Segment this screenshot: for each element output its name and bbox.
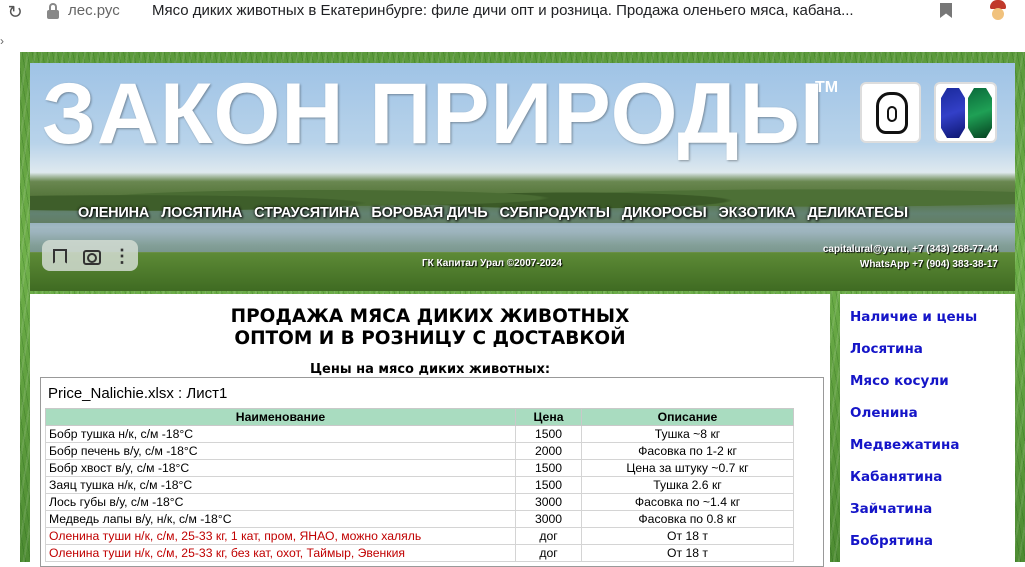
- cell-description: Фасовка по 1-2 кг: [581, 442, 794, 460]
- table-header-row: Наименование Цена Описание: [45, 408, 794, 426]
- chevron-icon: ›: [0, 34, 4, 48]
- cell-name: Лось губы в/у, с/м -18°C: [45, 493, 516, 511]
- sidebar-nav: Наличие и цены Лосятина Мясо косули Олен…: [840, 294, 1015, 562]
- table-row: Лось губы в/у, с/м -18°C 3000 Фасовка по…: [45, 493, 794, 511]
- menu-item-borovaya-dich[interactable]: БОРОВАЯ ДИЧЬ: [371, 205, 487, 221]
- cell-name: Бобр тушка н/к, с/м -18°C: [45, 425, 516, 443]
- page-heading: ПРОДАЖА МЯСА ДИКИХ ЖИВОТНЫХ ОПТОМ И В РО…: [230, 306, 630, 349]
- site-logo-title[interactable]: ЗАКОН ПРИРОДЫ: [42, 65, 825, 164]
- page-title: Мясо диких животных в Екатеринбурге: фил…: [152, 2, 854, 19]
- price-sheet: Price_Nalichie.xlsx : Лист1 Наименование…: [40, 377, 824, 567]
- address-domain[interactable]: лес.рус: [68, 2, 120, 19]
- cell-price: 1500: [515, 476, 582, 494]
- cell-description: Фасовка по 0.8 кг: [581, 510, 794, 528]
- table-row: Бобр тушка н/к, с/м -18°C 1500 Тушка ~8 …: [45, 425, 794, 443]
- tooth-logo-icon[interactable]: [860, 82, 921, 143]
- cell-description: Тушка 2.6 кг: [581, 476, 794, 494]
- price-table: Наименование Цена Описание Бобр тушка н/…: [45, 408, 794, 562]
- menu-item-olenina[interactable]: ОЛЕНИНА: [78, 205, 149, 221]
- site-banner: ЗАКОН ПРИРОДЫ TM ОЛЕНИНА ЛОСЯТИНА СТРАУС…: [30, 63, 1015, 291]
- cell-description: От 18 т: [581, 527, 794, 545]
- cell-price: дог: [515, 527, 582, 545]
- more-options-icon[interactable]: ⋮: [112, 246, 132, 266]
- contact-email-phone[interactable]: capitalural@ya.ru, +7 (343) 268-77-44: [823, 242, 998, 257]
- cell-price: 2000: [515, 442, 582, 460]
- cell-name: Бобр хвост в/у, с/м -18°C: [45, 459, 516, 477]
- lock-icon[interactable]: [46, 3, 60, 19]
- cell-name: Оленина туши н/к, с/м, 25-33 кг, 1 кат, …: [45, 527, 516, 545]
- cell-name: Оленина туши н/к, с/м, 25-33 кг, без кат…: [45, 544, 516, 562]
- cell-name: Бобр печень в/у, с/м -18°C: [45, 442, 516, 460]
- image-actions-bar: ⋮: [42, 240, 138, 271]
- cell-name: Медведь лапы в/у, н/к, с/м -18°C: [45, 510, 516, 528]
- cell-price: 3000: [515, 493, 582, 511]
- column-header: Наименование: [45, 408, 516, 426]
- cell-name: Заяц тушка н/к, с/м -18°C: [45, 476, 516, 494]
- menu-item-delikatesy[interactable]: ДЕЛИКАТЕСЫ: [807, 205, 908, 221]
- browser-toolbar: ↻ лес.рус Мясо диких животных в Екатерин…: [0, 0, 1025, 50]
- column-header: Описание: [581, 408, 794, 426]
- sidebar-item-medvezhatina[interactable]: Медвежатина: [850, 437, 1015, 469]
- table-row: Заяц тушка н/к, с/м -18°C 1500 Тушка 2.6…: [45, 476, 794, 494]
- menu-item-subprodukty[interactable]: СУБПРОДУКТЫ: [500, 205, 611, 221]
- table-row: Бобр печень в/у, с/м -18°C 2000 Фасовка …: [45, 442, 794, 460]
- cell-description: Фасовка по ~1.4 кг: [581, 493, 794, 511]
- sidebar-item-zaychatina[interactable]: Зайчатина: [850, 501, 1015, 533]
- menu-item-ekzotika[interactable]: ЭКЗОТИКА: [719, 205, 796, 221]
- lens-search-icon[interactable]: [80, 246, 101, 266]
- copyright-text: ГК Капитал Урал ©2007-2024: [422, 258, 562, 269]
- price-subheading: Цены на мясо диких животных:: [309, 362, 551, 377]
- main-menu: ОЛЕНИНА ЛОСЯТИНА СТРАУСЯТИНА БОРОВАЯ ДИЧ…: [78, 205, 908, 221]
- sidebar-item-kosulya[interactable]: Мясо косули: [850, 373, 1015, 405]
- sidebar-item-losyatina[interactable]: Лосятина: [850, 341, 1015, 373]
- reload-icon[interactable]: ↻: [4, 2, 26, 24]
- gems-logo-icon[interactable]: [934, 82, 997, 143]
- sidebar-item-olenina[interactable]: Оленина: [850, 405, 1015, 437]
- sidebar-item-bobryatina[interactable]: Бобрятина: [850, 533, 1015, 565]
- contact-whatsapp[interactable]: WhatsApp +7 (904) 383-38-17: [823, 257, 998, 272]
- column-header: Цена: [515, 408, 582, 426]
- table-row: Оленина туши н/к, с/м, 25-33 кг, 1 кат, …: [45, 527, 794, 545]
- table-row: Оленина туши н/к, с/м, 25-33 кг, без кат…: [45, 544, 794, 562]
- cell-price: 1500: [515, 459, 582, 477]
- sidebar-item-kabanyatina[interactable]: Кабанятина: [850, 469, 1015, 501]
- cell-description: Тушка ~8 кг: [581, 425, 794, 443]
- cell-price: дог: [515, 544, 582, 562]
- cell-price: 1500: [515, 425, 582, 443]
- menu-item-strausyatina[interactable]: СТРАУСЯТИНА: [254, 205, 359, 221]
- extension-icon[interactable]: [988, 0, 1008, 22]
- trademark: TM: [815, 79, 839, 96]
- cell-price: 3000: [515, 510, 582, 528]
- cell-description: От 18 т: [581, 544, 794, 562]
- table-row: Медведь лапы в/у, н/к, с/м -18°C 3000 Фа…: [45, 510, 794, 528]
- sidebar-item-nalichie[interactable]: Наличие и цены: [850, 309, 1015, 341]
- table-row: Бобр хвост в/у, с/м -18°C 1500 Цена за ш…: [45, 459, 794, 477]
- main-content: ПРОДАЖА МЯСА ДИКИХ ЖИВОТНЫХ ОПТОМ И В РО…: [30, 294, 830, 567]
- bookmark-icon[interactable]: [48, 246, 68, 266]
- menu-item-losyatina[interactable]: ЛОСЯТИНА: [161, 205, 242, 221]
- bookmark-icon[interactable]: [940, 3, 952, 18]
- cell-description: Цена за штуку ~0.7 кг: [581, 459, 794, 477]
- contact-info: capitalural@ya.ru, +7 (343) 268-77-44 Wh…: [823, 242, 998, 272]
- menu-item-dikorosy[interactable]: ДИКОРОСЫ: [622, 205, 707, 221]
- sheet-title: Price_Nalichie.xlsx : Лист1: [48, 385, 228, 402]
